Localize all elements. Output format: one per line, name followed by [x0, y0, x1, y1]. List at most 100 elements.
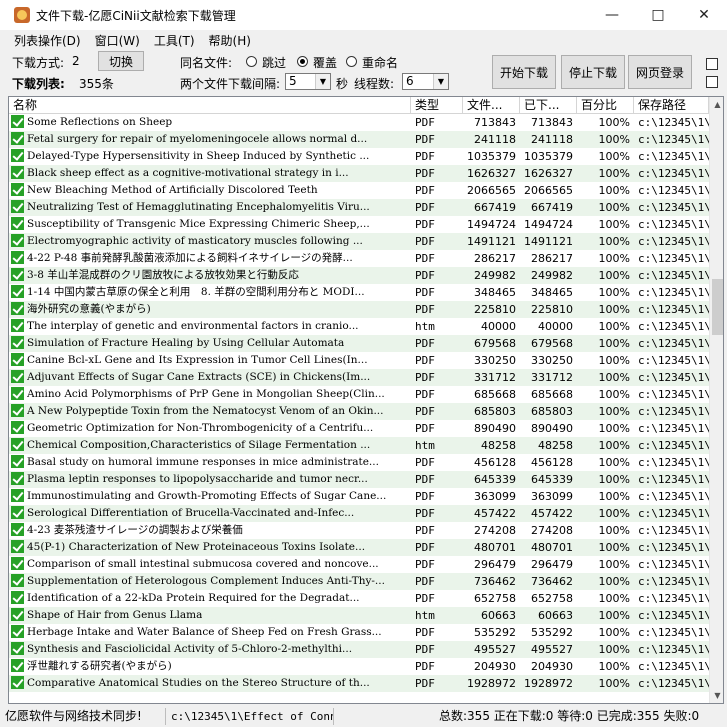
check-icon[interactable]	[11, 625, 24, 638]
column-file-size[interactable]: 文件...	[463, 97, 520, 114]
cell-name: 45(P-1) Characterization of New Proteina…	[9, 539, 411, 556]
menu-help[interactable]: 帮助(H)	[202, 32, 258, 49]
table-row[interactable]: Amino Acid Polymorphisms of PrP Gene in …	[9, 386, 709, 403]
check-icon[interactable]	[11, 217, 24, 230]
table-row[interactable]: 3-8 羊山羊混成群のクリ園放牧による放牧効果と行動反応 PDF 249982 249…	[9, 267, 709, 284]
table-row[interactable]: Canine Bcl-xL Gene and Its Expression in…	[9, 352, 709, 369]
check-icon[interactable]	[11, 251, 24, 264]
check-icon[interactable]	[11, 608, 24, 621]
check-icon[interactable]	[11, 557, 24, 570]
threads-select[interactable]: 6 ▼	[402, 73, 449, 90]
table-row[interactable]: Identification of a 22-kDa Protein Requi…	[9, 590, 709, 607]
table-row[interactable]: Supplementation of Heterologous Compleme…	[9, 573, 709, 590]
check-icon[interactable]	[11, 591, 24, 604]
table-row[interactable]: Plasma leptin responses to lipopolysacch…	[9, 471, 709, 488]
table-row[interactable]: Fetal surgery for repair of myelomeningo…	[9, 131, 709, 148]
rename-radio[interactable]	[346, 56, 357, 67]
close-icon[interactable]: ✕	[681, 0, 727, 30]
table-row[interactable]: 4-23 麦茶残渣サイレージの調製および栄養価 PDF 274208 274208 10…	[9, 522, 709, 539]
table-row[interactable]: Comparative Anatomical Studies on the St…	[9, 675, 709, 692]
check-icon[interactable]	[11, 183, 24, 196]
table-row[interactable]: 4-22 P-48 事前発酵乳酸菌液添加による飼料イネサイレージの発酵... PD…	[9, 250, 709, 267]
check-icon[interactable]	[11, 574, 24, 587]
menu-list-ops[interactable]: 列表操作(D)	[0, 32, 88, 49]
switch-button[interactable]: 切换	[98, 51, 144, 71]
column-type[interactable]: 类型	[411, 97, 463, 114]
table-row[interactable]: Immunostimulating and Growth-Promoting E…	[9, 488, 709, 505]
scroll-down-icon[interactable]: ▼	[710, 688, 723, 703]
table-row[interactable]: Shape of Hair from Genus Llama htm 60663 60…	[9, 607, 709, 624]
check-icon[interactable]	[11, 540, 24, 553]
check-icon[interactable]	[11, 455, 24, 468]
column-percent[interactable]: 百分比	[577, 97, 634, 114]
table-row[interactable]: Chemical Composition,Characteristics of …	[9, 437, 709, 454]
download-list[interactable]: 名称 类型 文件... 已下... 百分比 保存路径 Some Reflecti…	[8, 96, 724, 704]
column-name[interactable]: 名称	[9, 97, 411, 114]
table-row[interactable]: Delayed-Type Hypersensitivity in Sheep I…	[9, 148, 709, 165]
table-row[interactable]: Adjuvant Effects of Sugar Cane Extracts …	[9, 369, 709, 386]
stop-download-button[interactable]: 停止下载	[561, 55, 625, 89]
table-row[interactable]: A New Polypeptide Toxin from the Nematoc…	[9, 403, 709, 420]
table-row[interactable]: 45(P-1) Characterization of New Proteina…	[9, 539, 709, 556]
cell-name: Supplementation of Heterologous Compleme…	[9, 573, 411, 590]
table-row[interactable]: 1-14 中国内蒙古草原の保全と利用 8. 羊群の空間利用分布と MODI...…	[9, 284, 709, 301]
interval-select[interactable]: 5 ▼	[285, 73, 331, 90]
start-download-button[interactable]: 开始下载	[492, 55, 556, 89]
table-row[interactable]: New Bleaching Method of Artificially Dis…	[9, 182, 709, 199]
table-row[interactable]: Neutralizing Test of Hemagglutinating En…	[9, 199, 709, 216]
check-icon[interactable]	[11, 421, 24, 434]
option-checkbox-2[interactable]	[706, 76, 718, 88]
table-row[interactable]: Serological Differentiation of Brucella-…	[9, 505, 709, 522]
skip-radio[interactable]	[246, 56, 257, 67]
table-row[interactable]: 浮世離れする研究者(やまがら) PDF 204930 204930 100% c:\123…	[9, 658, 709, 675]
cell-downloaded: 40000	[538, 320, 573, 333]
table-row[interactable]: Synthesis and Fasciolicidal Activity of …	[9, 641, 709, 658]
column-downloaded[interactable]: 已下...	[520, 97, 577, 114]
table-row[interactable]: The interplay of genetic and environment…	[9, 318, 709, 335]
check-icon[interactable]	[11, 404, 24, 417]
table-row[interactable]: Geometric Optimization for Non-Thromboge…	[9, 420, 709, 437]
check-icon[interactable]	[11, 523, 24, 536]
check-icon[interactable]	[11, 132, 24, 145]
check-icon[interactable]	[11, 234, 24, 247]
check-icon[interactable]	[11, 115, 24, 128]
table-row[interactable]: Herbage Intake and Water Balance of Shee…	[9, 624, 709, 641]
table-row[interactable]: Black sheep effect as a cognitive-motiva…	[9, 165, 709, 182]
check-icon[interactable]	[11, 472, 24, 485]
check-icon[interactable]	[11, 438, 24, 451]
table-row[interactable]: Comparison of small intestinal submucosa…	[9, 556, 709, 573]
check-icon[interactable]	[11, 353, 24, 366]
minimize-icon[interactable]: —	[589, 0, 635, 30]
check-icon[interactable]	[11, 200, 24, 213]
table-row[interactable]: Electromyographic activity of masticator…	[9, 233, 709, 250]
menu-window[interactable]: 窗口(W)	[88, 32, 147, 49]
option-checkbox-1[interactable]	[706, 58, 718, 70]
check-icon[interactable]	[11, 387, 24, 400]
check-icon[interactable]	[11, 302, 24, 315]
maximize-icon[interactable]: □	[635, 0, 681, 30]
check-icon[interactable]	[11, 166, 24, 179]
check-icon[interactable]	[11, 676, 24, 689]
check-icon[interactable]	[11, 268, 24, 281]
check-icon[interactable]	[11, 370, 24, 383]
check-icon[interactable]	[11, 489, 24, 502]
scroll-up-icon[interactable]: ▲	[710, 97, 723, 112]
vertical-scrollbar[interactable]: ▲ ▼	[709, 97, 723, 703]
check-icon[interactable]	[11, 659, 24, 672]
web-login-button[interactable]: 网页登录	[628, 55, 692, 89]
scroll-thumb[interactable]	[712, 279, 723, 335]
overwrite-radio[interactable]	[297, 56, 308, 67]
menu-tools[interactable]: 工具(T)	[147, 32, 202, 49]
column-save-path[interactable]: 保存路径	[634, 97, 709, 114]
check-icon[interactable]	[11, 642, 24, 655]
table-row[interactable]: Some Reflections on Sheep PDF 713843 713843…	[9, 114, 709, 131]
check-icon[interactable]	[11, 336, 24, 349]
table-row[interactable]: 海外研究の意義(やまがら) PDF 225810 225810 100% c:\12345…	[9, 301, 709, 318]
check-icon[interactable]	[11, 285, 24, 298]
table-row[interactable]: Simulation of Fracture Healing by Using …	[9, 335, 709, 352]
check-icon[interactable]	[11, 149, 24, 162]
table-row[interactable]: Susceptibility of Transgenic Mice Expres…	[9, 216, 709, 233]
check-icon[interactable]	[11, 506, 24, 519]
table-row[interactable]: Basal study on humoral immune responses …	[9, 454, 709, 471]
check-icon[interactable]	[11, 319, 24, 332]
